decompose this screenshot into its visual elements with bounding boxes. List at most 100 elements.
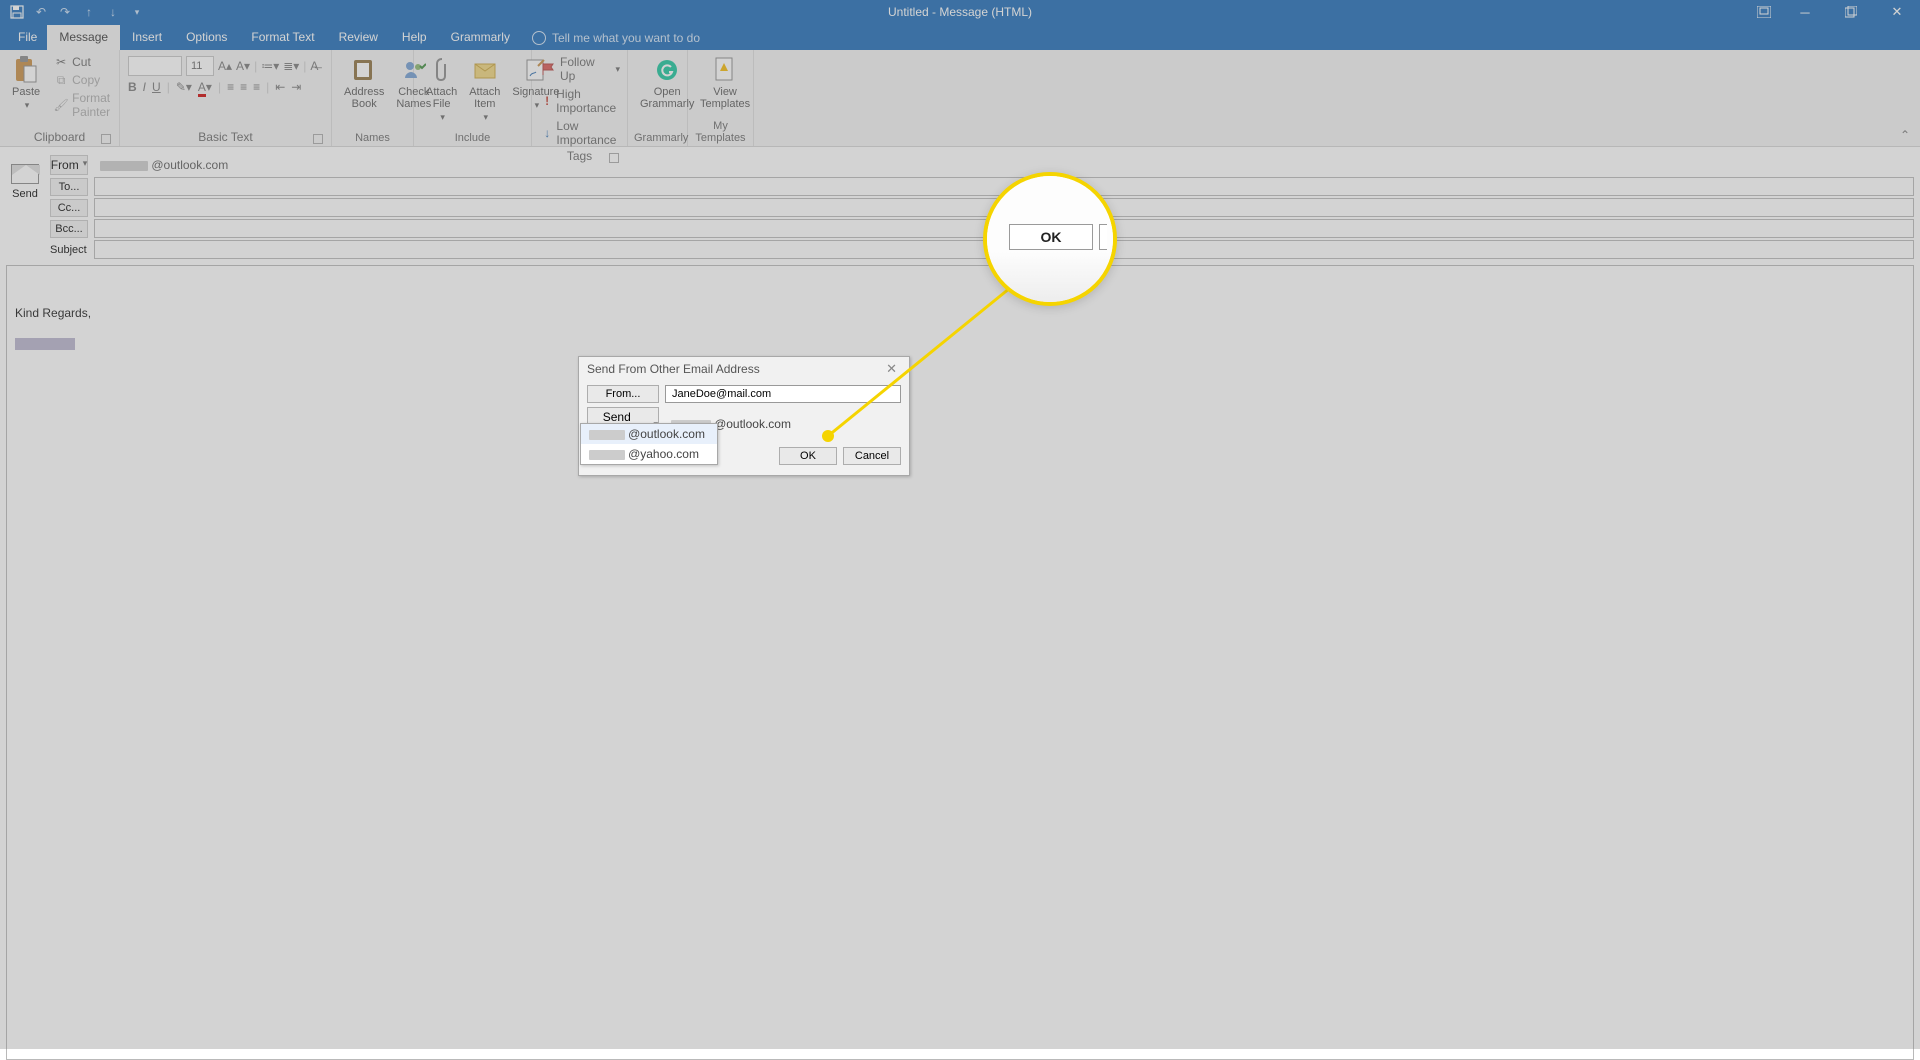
highlight-icon[interactable]: ✎▾: [176, 80, 192, 94]
dialog-launcher-icon[interactable]: [101, 134, 111, 144]
decrease-indent-icon[interactable]: ⇤: [275, 80, 285, 94]
redo-icon[interactable]: ↷: [56, 3, 74, 21]
subject-label: Subject: [50, 242, 88, 258]
attach-item-button[interactable]: Attach Item▾: [463, 54, 506, 125]
tab-file[interactable]: File: [8, 25, 47, 50]
send-button[interactable]: Send: [8, 159, 42, 205]
dropdown-item[interactable]: @yahoo.com: [581, 444, 717, 464]
font-size-select[interactable]: [186, 56, 214, 76]
numbering-icon[interactable]: ≣▾: [283, 59, 299, 73]
follow-up-button[interactable]: Follow Up▾: [538, 54, 624, 84]
chevron-down-icon: ▾: [484, 112, 489, 123]
maximize-button[interactable]: [1828, 0, 1874, 24]
bold-button[interactable]: B: [128, 80, 137, 94]
group-clipboard: Paste ▾ ✂Cut ⧉Copy 🖌Format Painter Clipb…: [0, 50, 120, 146]
up-icon[interactable]: ↑: [80, 3, 98, 21]
undo-icon[interactable]: ↶: [32, 3, 50, 21]
ok-button[interactable]: OK: [779, 447, 837, 465]
down-icon[interactable]: ↓: [104, 3, 122, 21]
dialog-title: Send From Other Email Address: [587, 362, 760, 376]
view-templates-button[interactable]: View Templates: [694, 54, 756, 112]
paste-button[interactable]: Paste ▾: [6, 54, 46, 113]
tab-message[interactable]: Message: [47, 25, 120, 50]
from-value: @outlook.com: [94, 158, 1914, 172]
tab-review[interactable]: Review: [327, 25, 390, 50]
decrease-font-icon[interactable]: A▾: [236, 59, 250, 73]
lightbulb-icon: [532, 31, 546, 45]
chevron-down-icon: ▾: [440, 112, 445, 123]
quick-access-toolbar: ↶ ↷ ↑ ↓ ▾: [0, 3, 146, 21]
cut-button[interactable]: ✂Cut: [50, 54, 114, 70]
align-center-icon[interactable]: ≡: [240, 80, 247, 94]
window-controls: ─ ✕: [1746, 0, 1920, 24]
tab-format-text[interactable]: Format Text: [239, 25, 326, 50]
cc-button[interactable]: Cc...: [50, 199, 88, 217]
cut-icon: ✂: [54, 55, 68, 69]
format-painter-icon: 🖌: [54, 98, 68, 112]
collapse-ribbon-button[interactable]: ⌃: [1890, 50, 1920, 146]
tell-me-label: Tell me what you want to do: [552, 31, 700, 45]
save-icon[interactable]: [8, 3, 26, 21]
attach-file-button[interactable]: Attach File▾: [420, 54, 463, 125]
copy-icon: ⧉: [54, 73, 68, 87]
low-importance-button[interactable]: ↓Low Importance: [538, 118, 624, 148]
paperclip-icon: [428, 56, 456, 84]
tell-me[interactable]: Tell me what you want to do: [522, 26, 710, 50]
group-names: Address Book Check Names Names: [332, 50, 414, 146]
templates-icon: [711, 56, 739, 84]
high-importance-button[interactable]: !High Importance: [538, 86, 624, 116]
increase-font-icon[interactable]: A▴: [218, 59, 232, 73]
send-using-dropdown: @outlook.com @yahoo.com: [580, 423, 718, 465]
font-color-icon[interactable]: A▾: [198, 80, 212, 94]
ribbon-tabs: File Message Insert Options Format Text …: [0, 24, 1920, 50]
callout-zoom: OK: [983, 172, 1117, 306]
dropdown-item[interactable]: @outlook.com: [581, 424, 717, 444]
clear-formatting-icon[interactable]: A̶: [310, 59, 318, 73]
bullets-icon[interactable]: ≔▾: [261, 59, 279, 73]
dialog-launcher-icon[interactable]: [313, 134, 323, 144]
tab-help[interactable]: Help: [390, 25, 439, 50]
bcc-button[interactable]: Bcc...: [50, 220, 88, 238]
increase-indent-icon[interactable]: ⇥: [291, 80, 301, 94]
callout-ok-button: OK: [1009, 224, 1093, 250]
ribbon: Paste ▾ ✂Cut ⧉Copy 🖌Format Painter Clipb…: [0, 50, 1920, 147]
align-left-icon[interactable]: ≡: [227, 80, 234, 94]
address-book-icon: [350, 56, 378, 84]
group-my-templates: View Templates My Templates: [688, 50, 754, 146]
close-icon[interactable]: ✕: [882, 361, 901, 377]
callout-cancel-edge: [1099, 224, 1107, 250]
chevron-down-icon: ▾: [83, 158, 88, 172]
format-painter-button[interactable]: 🖌Format Painter: [50, 90, 114, 120]
flag-icon: [542, 62, 556, 76]
title-bar: ↶ ↷ ↑ ↓ ▾ Untitled - Message (HTML) ─ ✕: [0, 0, 1920, 24]
tab-options[interactable]: Options: [174, 25, 239, 50]
underline-button[interactable]: U: [152, 80, 161, 94]
message-body[interactable]: Kind Regards,: [6, 265, 1914, 1060]
signature-text: Kind Regards,: [15, 306, 1905, 320]
from-button[interactable]: From▾: [50, 155, 88, 175]
minimize-button[interactable]: ─: [1782, 0, 1828, 24]
attach-item-icon: [471, 56, 499, 84]
popup-icon[interactable]: [1746, 0, 1782, 24]
italic-button[interactable]: I: [143, 80, 146, 94]
group-include: Attach File▾ Attach Item▾ Signature▾ Inc…: [414, 50, 532, 146]
copy-button[interactable]: ⧉Copy: [50, 72, 114, 88]
chevron-down-icon: ▾: [616, 64, 621, 75]
qat-customize-icon[interactable]: ▾: [128, 3, 146, 21]
window-title: Untitled - Message (HTML): [888, 5, 1032, 19]
address-book-button[interactable]: Address Book: [338, 54, 390, 112]
dialog-from-button[interactable]: From...: [587, 385, 659, 403]
to-button[interactable]: To...: [50, 178, 88, 196]
grammarly-icon: [653, 56, 681, 84]
cancel-button[interactable]: Cancel: [843, 447, 901, 465]
chevron-down-icon: ▾: [25, 100, 30, 111]
tab-insert[interactable]: Insert: [120, 25, 174, 50]
tab-grammarly[interactable]: Grammarly: [439, 25, 522, 50]
dialog-launcher-icon[interactable]: [609, 153, 619, 163]
send-icon: [11, 164, 39, 184]
paste-icon: [12, 56, 40, 84]
font-family-select[interactable]: [128, 56, 182, 76]
dialog-from-input[interactable]: [665, 385, 901, 403]
close-button[interactable]: ✕: [1874, 0, 1920, 24]
align-right-icon[interactable]: ≡: [253, 80, 260, 94]
